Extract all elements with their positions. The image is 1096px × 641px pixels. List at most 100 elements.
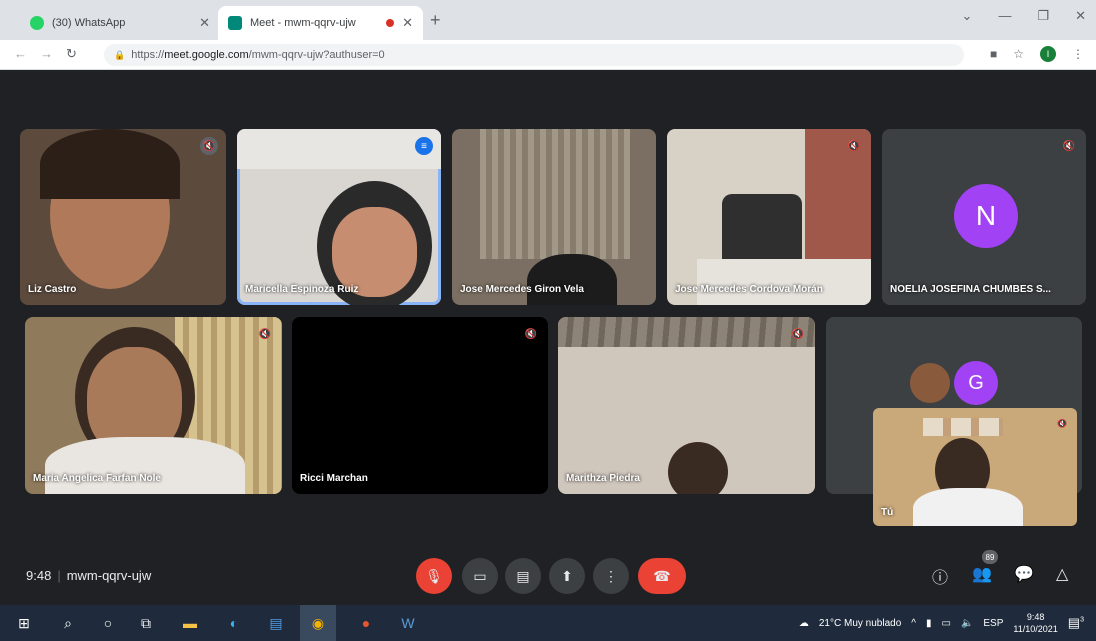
participant-tile[interactable]: 🔇 Maria Angelica Farfan Nole — [25, 317, 282, 494]
mic-off-icon: 🔇 — [1062, 140, 1076, 152]
cortana-icon[interactable]: ○ — [98, 613, 118, 633]
mic-off-icon: 🔇 — [524, 328, 538, 340]
reload-icon[interactable]: ↻ — [66, 46, 77, 62]
mic-off-icon: 🎙 — [425, 567, 443, 584]
captions-button[interactable]: ▤ — [505, 558, 541, 594]
new-tab-button[interactable]: + — [430, 10, 441, 31]
maximize-icon[interactable]: ❐ — [1037, 8, 1049, 24]
weather-text[interactable]: 21°C Muy nublado — [819, 618, 901, 629]
participant-tile[interactable]: Jose Mercedes Giron Vela — [452, 129, 656, 305]
system-tray: ☁ 21°C Muy nublado ^ ▮ ▭ 🔈 ESP 9:48 11/1… — [799, 605, 1084, 641]
meet-control-bar: 9:48 | mwm-qqrv-ujw 🎙 ▭ ▤ ⬆ ⋮ ☎ ⓘ 👥 89 💬 △ — [0, 550, 1096, 605]
search-icon[interactable]: ⌕ — [58, 613, 78, 633]
participant-name: Jose Mercedes Cordova Morán — [675, 284, 823, 295]
mic-off-icon: 🔇 — [847, 140, 861, 152]
close-tab-icon[interactable]: ✕ — [402, 15, 413, 31]
meeting-info: 9:48 | mwm-qqrv-ujw — [26, 568, 152, 583]
tab-search-icon[interactable]: ⌄ — [962, 8, 973, 24]
participant-name: Marithza Piedra — [566, 473, 640, 484]
windows-taskbar: ⊞ ⌕ ○ ⧉ ▬ ◐ ▤ ◉ ● W ☁ 21°C Muy nublado ^… — [0, 605, 1096, 641]
avatar: N — [954, 184, 1018, 248]
avatar — [908, 361, 952, 405]
lock-icon: 🔒 — [114, 49, 126, 60]
meet-icon — [228, 16, 242, 30]
menu-kebab-icon[interactable]: ⋮ — [1072, 47, 1084, 61]
app-icon[interactable]: ● — [356, 613, 376, 633]
participant-tile[interactable]: 🔇 Ricci Marchan — [292, 317, 548, 494]
self-view-tile[interactable]: 🔇 Tú — [873, 408, 1077, 526]
mic-off-icon: 🔇 — [258, 328, 272, 340]
camera-toggle-button[interactable]: ▭ — [462, 558, 498, 594]
participant-count-badge: 89 — [982, 550, 998, 564]
url-bar[interactable]: 🔒 https://meet.google.com/mwm-qqrv-ujw?a… — [104, 44, 964, 66]
participant-tile[interactable]: 🔇 Jose Mercedes Cordova Morán — [667, 129, 871, 305]
notification-count: 3 — [1080, 616, 1084, 624]
hang-up-icon: ☎ — [653, 567, 671, 584]
close-window-icon[interactable]: ✕ — [1075, 8, 1086, 24]
url-prefix: https:// — [131, 49, 165, 61]
edge-icon[interactable]: ◐ — [224, 613, 244, 633]
participant-name: Liz Castro — [28, 284, 77, 295]
windows-start-icon[interactable]: ⊞ — [14, 613, 34, 633]
battery-icon[interactable]: ▭ — [941, 618, 950, 629]
profile-avatar[interactable]: I — [1040, 46, 1056, 62]
store-icon[interactable]: ▤ — [266, 613, 286, 633]
word-icon[interactable]: W — [398, 613, 418, 633]
activities-icon[interactable]: △ — [1056, 564, 1068, 584]
tab-whatsapp[interactable]: (30) WhatsApp ✕ — [20, 6, 220, 40]
notifications-icon[interactable]: ▤3 — [1068, 615, 1084, 631]
url-host: meet.google.com — [164, 49, 249, 61]
participant-name: Maricella Espinoza Ruiz — [245, 284, 359, 295]
participant-name: Maria Angelica Farfan Nole — [33, 473, 161, 484]
participant-tile[interactable]: ≡ Maricella Espinoza Ruiz — [237, 129, 441, 305]
network-icon[interactable]: ▮ — [926, 618, 932, 629]
file-explorer-icon[interactable]: ▬ — [180, 613, 200, 633]
task-view-icon[interactable]: ⧉ — [136, 613, 156, 633]
avatar: G — [954, 361, 998, 405]
address-toolbar: ← → ↻ 🔒 https://meet.google.com/mwm-qqrv… — [0, 40, 1096, 70]
browser-tab-strip: (30) WhatsApp ✕ Meet - mwm-qqrv-ujw ✕ + … — [0, 0, 1096, 40]
more-options-button[interactable]: ⋮ — [593, 558, 629, 594]
meeting-time: 9:48 — [26, 568, 52, 583]
tab-title: (30) WhatsApp — [52, 17, 126, 29]
participant-tile[interactable]: 🔇 Liz Castro — [20, 129, 226, 305]
language-indicator[interactable]: ESP — [983, 618, 1003, 629]
mic-off-icon: 🔇 — [1057, 418, 1067, 428]
participant-tile[interactable]: 🔇 Marithza Piedra — [558, 317, 815, 494]
more-vert-icon: ⋮ — [604, 567, 618, 584]
participant-name: Tú — [881, 507, 894, 518]
forward-icon[interactable]: → — [40, 46, 53, 61]
close-tab-icon[interactable]: ✕ — [199, 15, 210, 31]
weather-icon: ☁ — [798, 617, 809, 629]
bookmark-star-icon[interactable]: ☆ — [1013, 47, 1024, 61]
chat-icon[interactable]: 💬 — [1014, 564, 1034, 584]
chevron-up-icon[interactable]: ^ — [911, 618, 916, 629]
recording-dot-icon — [386, 19, 395, 27]
present-icon: ⬆ — [561, 567, 573, 584]
mic-off-icon: 🔇 — [791, 328, 805, 340]
minimize-icon[interactable]: — — [998, 8, 1011, 24]
mic-toggle-button[interactable]: 🎙 — [416, 558, 452, 594]
leave-call-button[interactable]: ☎ — [638, 558, 686, 594]
meeting-code: mwm-qqrv-ujw — [66, 568, 152, 583]
participant-tile[interactable]: N 🔇 NOELIA JOSEFINA CHUMBES S... — [882, 129, 1086, 305]
participant-name: Jose Mercedes Giron Vela — [460, 284, 584, 295]
clock-time: 9:48 — [1026, 612, 1045, 622]
captions-icon: ▤ — [516, 567, 530, 584]
url-path: /mwm-qqrv-ujw?authuser=0 — [248, 49, 385, 61]
mic-off-icon: 🔇 — [200, 137, 218, 155]
present-screen-button[interactable]: ⬆ — [549, 558, 585, 594]
meeting-details-icon[interactable]: ⓘ — [932, 564, 948, 588]
tab-title: Meet - mwm-qqrv-ujw — [250, 17, 356, 29]
camera-icon: ▭ — [473, 567, 487, 584]
whatsapp-icon — [30, 16, 44, 30]
meet-stage: 🔇 Liz Castro ≡ Maricella Espinoza Ruiz J… — [0, 71, 1096, 605]
camera-in-use-icon[interactable]: ■ — [990, 47, 997, 61]
clock[interactable]: 9:48 11/10/2021 — [1013, 611, 1057, 635]
back-icon[interactable]: ← — [14, 46, 27, 61]
volume-icon[interactable]: 🔈 — [961, 618, 973, 629]
participant-name: NOELIA JOSEFINA CHUMBES S... — [890, 284, 1051, 295]
chrome-icon[interactable]: ◉ — [300, 605, 336, 641]
people-icon[interactable]: 👥 — [972, 564, 992, 584]
tab-meet[interactable]: Meet - mwm-qqrv-ujw ✕ — [218, 6, 423, 40]
